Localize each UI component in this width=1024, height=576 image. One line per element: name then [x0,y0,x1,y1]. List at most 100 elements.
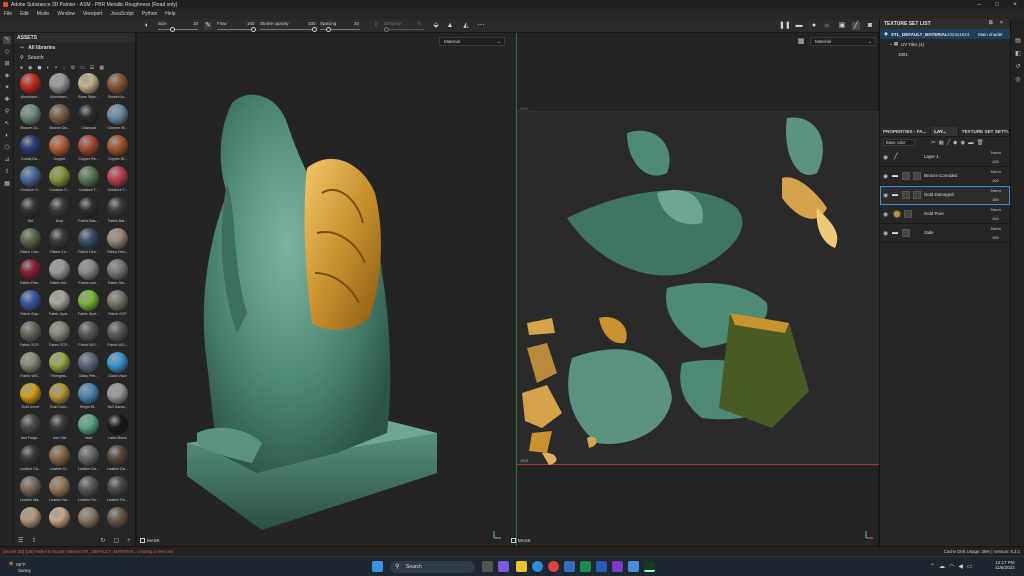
material-tile[interactable]: Aluminium... [46,73,73,104]
material-tile[interactable]: Leather Ro... [46,507,73,529]
material-tile[interactable]: Fabric Lea... [75,259,102,290]
smudge-tool-icon[interactable]: ✦ [3,84,11,92]
material-tile[interactable]: Fabric Ste... [104,259,131,290]
material-tile[interactable]: Latex Black [104,414,131,445]
channel-blend-select[interactable]: Base color [883,139,915,146]
material-tile[interactable]: Fabric Bat... [104,197,131,228]
paint-tool-icon[interactable]: ✎ [3,36,11,44]
viewport-3d[interactable]: Material ⌄ MASK [137,33,516,546]
layer-row[interactable]: ◉ ▬ Gold Damaged Norm 100 [880,186,1010,205]
flow-slider[interactable] [217,27,256,32]
brush-filter-icon[interactable]: ◌ [63,65,66,71]
material-tile[interactable]: Fiberglas... [46,352,73,383]
material-tile[interactable]: Leather Se... [104,507,131,529]
material-tile[interactable]: Hull Dama... [104,383,131,414]
tab-layers[interactable]: LAY... [931,127,959,136]
environment-filter-icon[interactable]: ▭ [80,65,85,71]
distance-value[interactable]: 0 [418,21,421,26]
display-settings-icon[interactable]: ☼ [823,22,831,30]
layer-row[interactable]: ◉ ▬ Bronze Corroded Norm 100 [880,167,1010,186]
add-folder-icon[interactable]: ▬ [968,140,977,146]
material-tile[interactable]: Fabric Kni... [46,259,73,290]
material-tile[interactable]: Fabric Sup... [17,290,44,321]
taskbar-clock[interactable]: 12:17 PM 11/6/2023 [995,560,1015,570]
material-tile[interactable]: Charcoal [75,104,102,135]
mask-filter-icon[interactable]: ◼ [37,65,41,71]
chat-icon[interactable] [498,561,509,572]
paint-mode-icon[interactable]: ╱ [852,22,860,30]
substance-painter-icon[interactable] [644,561,655,572]
close-icon[interactable]: × [1006,0,1024,9]
stroke-opacity-value[interactable]: 100 [308,21,316,26]
layer-row[interactable]: ◉ Gold Pure Norm 100 [880,205,1010,224]
chrome-icon[interactable] [548,561,559,572]
menu-window[interactable]: Window [57,11,75,17]
material-tile[interactable]: Leather Ro... [75,476,102,507]
material-tile[interactable]: Fabric Den... [75,228,102,259]
picker-tool-icon[interactable]: ⚲ [3,108,11,116]
volume-icon[interactable]: ◀ [958,564,967,570]
material-filter-icon[interactable]: ● [20,65,23,71]
panel-undock-icon[interactable]: ⧉ [989,20,993,26]
stroke-opacity-slider[interactable] [260,27,317,32]
menu-javascript[interactable]: JavaScript [110,11,133,17]
material-tile[interactable]: Fabric WO... [75,321,102,352]
layer-row[interactable]: ◉ ╱ Layer 1 Norm 100 [880,148,1010,167]
weather-widget[interactable]: ☀ 55°F Sunny [8,560,31,573]
material-tile[interactable]: Fabric Can... [17,228,44,259]
material-tile[interactable]: Leather Na... [46,476,73,507]
material-tile[interactable]: Bronze Co... [17,104,44,135]
material-tile[interactable]: Iron Old [46,414,73,445]
refresh-icon[interactable]: ↻ [100,537,105,544]
filter-icon[interactable]: ◓ [55,65,58,71]
material-tile[interactable]: Fabric SCP [104,290,131,321]
edge-icon[interactable] [532,561,543,572]
polygon-fill-icon[interactable]: ⬡ [3,144,11,152]
measure-tool-icon[interactable]: ⊿ [3,156,11,164]
select-tool-icon[interactable]: ↖ [3,120,11,128]
library-selector[interactable]: ⇨ All libraries [14,43,135,53]
delete-layer-icon[interactable]: 🗑 [977,140,987,146]
projection-tool-icon[interactable]: ⊞ [3,60,11,68]
layer-row[interactable]: ◉ ▬ Jade Norm 100 [880,224,1010,243]
export-icon[interactable]: ⇪ [3,168,11,176]
tray-expand-icon[interactable]: ⌃ [930,564,939,570]
material-tile[interactable]: Fabric WO... [17,352,44,383]
material-tile[interactable]: Leather Ma... [17,476,44,507]
texture-set-list-icon[interactable]: ▤ [1014,37,1022,45]
wifi-icon[interactable]: ◠ [949,564,958,570]
settings-icon[interactable]: ☰ [18,537,23,544]
material-tile[interactable]: Aluminium... [17,73,44,104]
geometry-fill-icon[interactable]: ◈ [3,72,11,80]
list-view-icon[interactable]: ☰ [90,65,94,71]
material-tile[interactable]: Fabric Den... [104,228,131,259]
texture-filter-icon[interactable]: ◐ [47,65,50,71]
add-effect-icon[interactable]: ✂ [931,140,939,146]
teams-icon[interactable] [612,561,623,572]
material-tile[interactable]: Leather Cr... [46,445,73,476]
mask-toggle-3d[interactable]: MASK [140,538,160,543]
material-tile[interactable]: Fabric WO... [104,321,131,352]
material-tile[interactable]: Bronze Da... [46,104,73,135]
generator-filter-icon[interactable]: ⚙ [71,65,75,71]
material-tile[interactable]: Bronze Ar... [104,73,131,104]
brush-preset-icon[interactable]: ◐ [143,22,151,30]
spacing-slider[interactable] [320,27,360,32]
smart-material-filter-icon[interactable]: ◉ [28,65,32,71]
material-tile[interactable]: Leather Da... [104,445,131,476]
viewport-layout-icon[interactable]: ▬ [795,22,803,30]
material-tile[interactable]: Creature S... [17,166,44,197]
render-icon[interactable]: ▣ [838,22,846,30]
mask-toggle-2d[interactable]: MASK [511,538,531,543]
material-tile[interactable]: Copper Re... [75,135,102,166]
material-tile[interactable]: Leather Ro... [104,476,131,507]
material-tile[interactable]: Height Bl... [75,383,102,414]
store-icon[interactable] [564,561,575,572]
distance-slider[interactable] [384,27,424,32]
material-tile[interactable]: Fabric Fiee... [17,259,44,290]
material-tile[interactable]: Leather Na... [17,507,44,529]
task-view-icon[interactable] [482,561,493,572]
viewport-2d[interactable]: ▦ Material ⌄ 1011 1001 MASK [511,33,879,546]
material-tile[interactable]: Chrome Bl... [104,104,131,135]
tab-properties[interactable]: PROPERTIES - FA... [880,127,932,136]
